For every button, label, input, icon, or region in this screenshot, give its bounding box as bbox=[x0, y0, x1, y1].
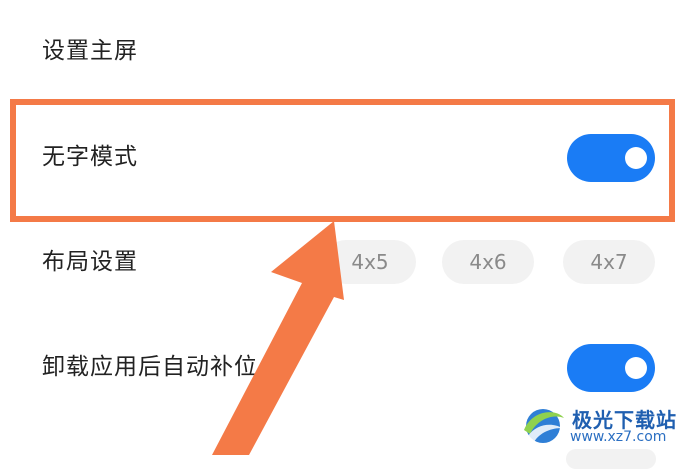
layout-settings-label: 布局设置 bbox=[42, 249, 138, 275]
aurora-logo-icon bbox=[524, 409, 564, 443]
set-home-screen-item[interactable]: 设置主屏 bbox=[42, 40, 138, 63]
layout-option-4x6[interactable]: 4x6 bbox=[442, 240, 534, 284]
watermark: 极光下载站 www.xz7.com bbox=[518, 398, 678, 454]
auto-restore-toggle[interactable] bbox=[567, 344, 655, 392]
layout-option-4x5[interactable]: 4x5 bbox=[324, 240, 416, 284]
layout-option-4x7[interactable]: 4x7 bbox=[563, 240, 655, 284]
toggle-knob bbox=[625, 357, 647, 379]
watermark-url: www.xz7.com bbox=[570, 429, 667, 445]
no-text-mode-label: 无字模式 bbox=[42, 144, 138, 170]
auto-restore-label: 卸载应用后自动补位 bbox=[42, 354, 258, 380]
toggle-knob bbox=[625, 147, 647, 169]
no-text-mode-toggle[interactable] bbox=[567, 134, 655, 182]
